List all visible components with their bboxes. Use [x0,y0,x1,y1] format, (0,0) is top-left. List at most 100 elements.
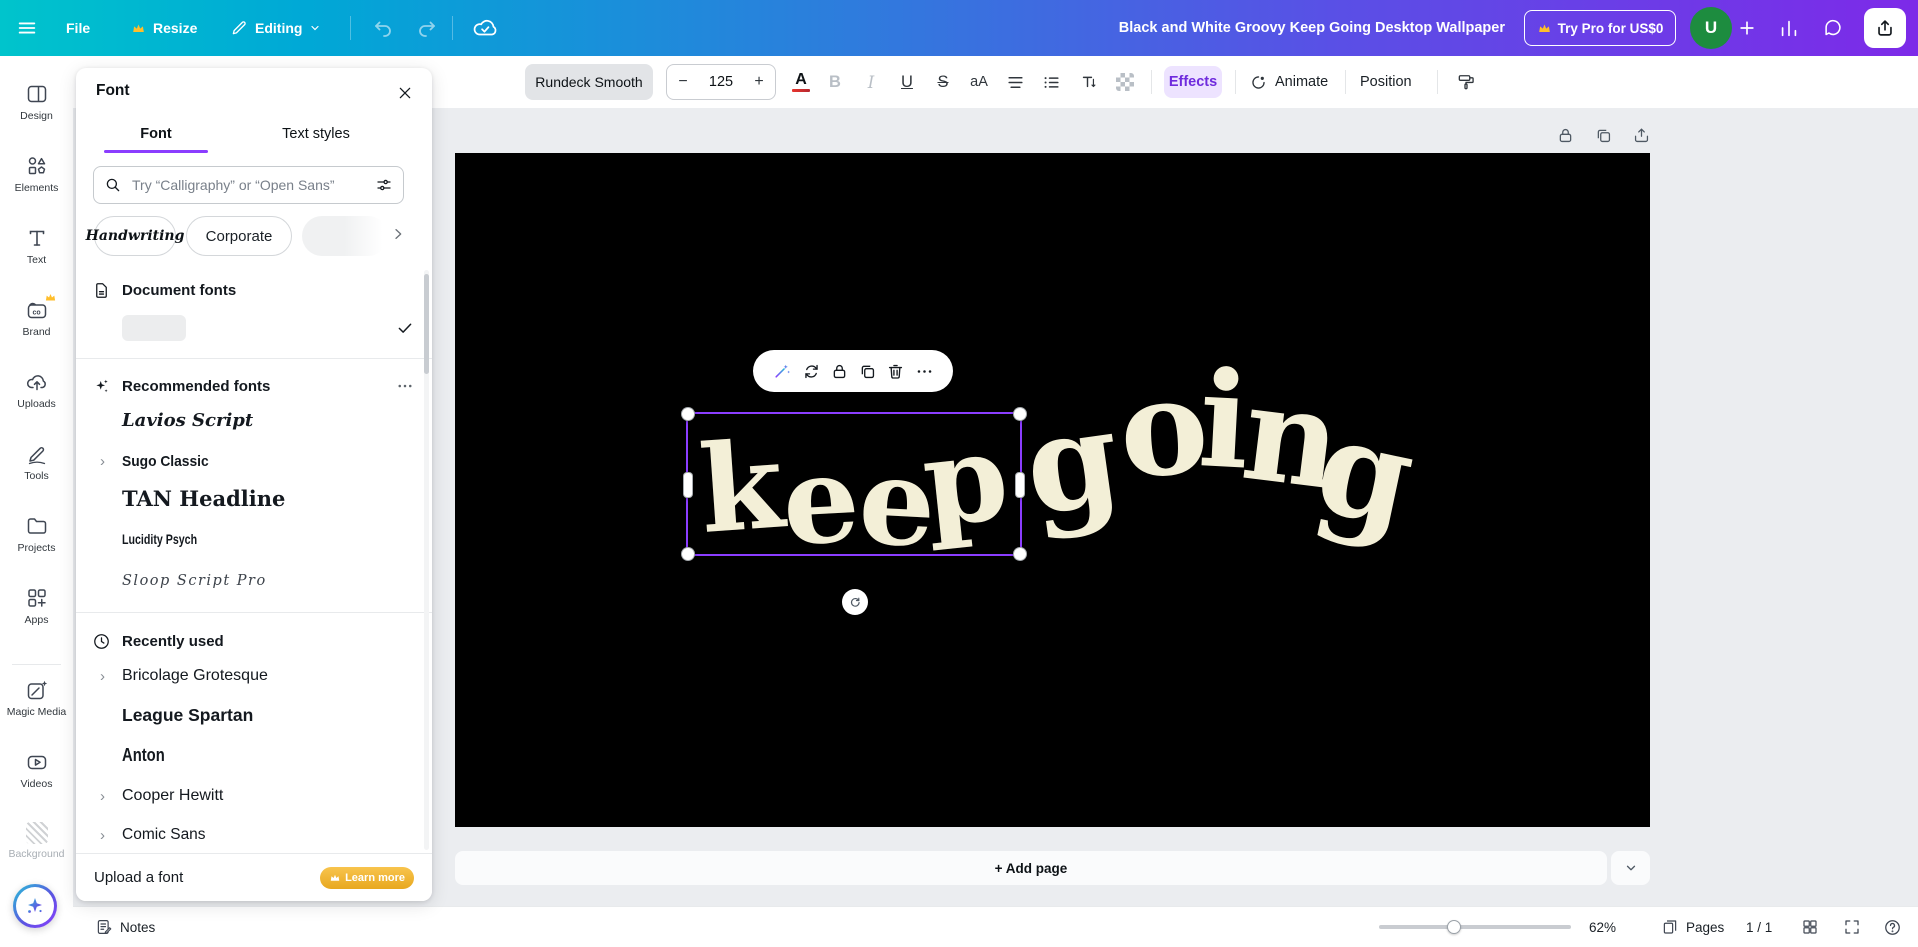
text-case-button[interactable]: aA [965,56,993,108]
save-status-button[interactable] [472,0,498,56]
insights-button[interactable] [1778,0,1800,56]
learn-more-badge[interactable]: Learn more [320,867,414,889]
filter-chip-handwriting[interactable]: Handwriting [94,216,176,256]
hamburger-menu-button[interactable] [16,0,38,56]
resize-handle-right[interactable] [1015,472,1025,498]
more-options-button[interactable] [915,362,934,381]
avatar[interactable]: U [1690,7,1732,49]
effects-button[interactable]: Effects [1164,66,1222,98]
magic-edit-button[interactable] [772,361,792,381]
zoom-slider-thumb[interactable] [1447,920,1461,934]
lock-page-button[interactable] [1556,126,1575,145]
sidebar-item-elements[interactable]: Elements [0,154,73,218]
sidebar-item-videos[interactable]: Videos [0,750,73,814]
font-row-bricolage-grotesque[interactable]: › Bricolage Grotesque [76,660,432,692]
font-family-selector[interactable]: Rundeck Smooth [525,64,653,100]
more-options-icon[interactable] [396,377,414,395]
sidebar-item-brand[interactable]: co Brand [0,298,73,362]
filter-sliders-icon[interactable] [375,176,393,194]
share-button[interactable] [1864,8,1906,48]
help-button[interactable] [1883,907,1902,947]
copy-style-button[interactable] [1451,56,1481,108]
font-row-cooper-hewitt[interactable]: › Cooper Hewitt [76,780,432,812]
font-row-anton[interactable]: Anton [76,739,432,771]
design-page[interactable]: keepgoing [455,153,1650,827]
font-row-lavios-script[interactable]: Lavios Script [76,404,432,436]
sidebar-item-projects[interactable]: Projects [0,514,73,578]
font-row-league-spartan[interactable]: League Spartan [76,699,432,731]
underline-button[interactable]: U [893,56,921,108]
strikethrough-button[interactable]: S [929,56,957,108]
add-page-dropdown-button[interactable] [1611,851,1650,885]
resize-handle-bottom-left[interactable] [681,547,695,561]
font-search-input[interactable] [130,176,367,194]
resize-handle-top-left[interactable] [681,407,695,421]
grid-view-button[interactable] [1801,907,1819,947]
file-menu-button[interactable]: File [66,0,90,56]
increase-size-button[interactable]: + [743,73,775,91]
filter-chip-corporate[interactable]: Corporate [186,216,292,256]
expand-chevron-icon[interactable]: › [100,788,105,805]
expand-chevron-icon[interactable]: › [100,827,105,844]
sidebar-item-text[interactable]: Text [0,226,73,290]
resize-handle-bottom-right[interactable] [1013,547,1027,561]
add-page-button[interactable]: + Add page [455,851,1607,885]
font-row-comic-sans[interactable]: › Comic Sans [76,819,432,851]
list-button[interactable] [1037,56,1065,108]
chips-scroll-right-button[interactable] [390,226,406,242]
tab-font[interactable]: Font [76,118,236,150]
resize-button[interactable]: Resize [131,0,197,56]
try-pro-button[interactable]: Try Pro for US$0 [1524,10,1676,46]
resize-handle-top-right[interactable] [1013,407,1027,421]
font-row-sloop-script-pro[interactable]: Sloop Script Pro [76,565,432,597]
panel-scrollbar-thumb[interactable] [424,274,429,374]
duplicate-element-button[interactable] [858,362,877,381]
sidebar-item-apps[interactable]: Apps [0,586,73,650]
bold-button[interactable]: B [821,56,849,108]
duplicate-page-button[interactable] [1594,126,1613,145]
font-row-tan-headline[interactable]: TAN Headline [76,482,432,514]
regenerate-button[interactable] [802,362,821,381]
sidebar-item-tools[interactable]: Tools [0,442,73,506]
add-member-button[interactable] [1737,0,1757,56]
fullscreen-button[interactable] [1843,907,1861,947]
upload-font-button[interactable]: Upload a font [94,869,320,886]
text-color-button[interactable]: A [786,56,816,108]
sidebar-item-uploads[interactable]: Uploads [0,370,73,434]
lock-element-button[interactable] [830,362,849,381]
design-title[interactable]: Black and White Groovy Keep Going Deskto… [1119,0,1505,56]
redo-button[interactable] [415,0,439,56]
delete-element-button[interactable] [886,362,905,381]
zoom-level[interactable]: 62% [1589,907,1616,947]
sidebar-item-magic-media[interactable]: Magic Media [0,678,73,742]
font-row-lucidity-psych[interactable]: Lucidity Psych [76,523,432,555]
alignment-button[interactable] [1001,56,1029,108]
undo-button[interactable] [371,0,395,56]
export-page-button[interactable] [1632,126,1651,145]
close-panel-button[interactable] [392,80,418,106]
spacing-button[interactable] [1073,56,1101,108]
position-button[interactable]: Position [1360,56,1412,108]
resize-handle-left[interactable] [683,472,693,498]
sidebar-item-background[interactable]: Background [0,822,73,886]
expand-chevron-icon[interactable]: › [100,668,105,685]
tab-text-styles[interactable]: Text styles [236,118,396,150]
transparency-button[interactable] [1111,56,1139,108]
editing-mode-button[interactable]: Editing [230,0,321,56]
ai-assistant-button[interactable] [13,884,57,928]
document-font-row[interactable] [76,312,432,344]
zoom-slider-track[interactable] [1379,925,1571,929]
font-row-sugo-classic[interactable]: › Sugo Classic [76,445,432,477]
rotate-handle[interactable] [842,589,868,615]
font-size-value[interactable]: 125 [699,74,743,90]
expand-chevron-icon[interactable]: › [100,453,105,470]
notes-button[interactable]: Notes [95,907,155,947]
sidebar-item-design[interactable]: Design [0,82,73,146]
comments-button[interactable] [1822,0,1844,56]
redo-icon [415,16,439,40]
decrease-size-button[interactable]: − [667,73,699,91]
animate-button[interactable]: Animate [1249,56,1328,108]
pages-toggle-button[interactable]: Pages [1661,907,1724,947]
italic-button[interactable]: I [857,56,885,108]
canvas-text[interactable]: keepgoing [455,153,1650,827]
